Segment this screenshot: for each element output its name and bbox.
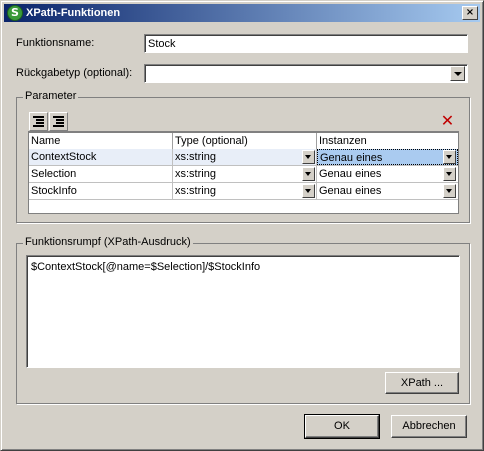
app-icon: S xyxy=(7,5,23,21)
insert-row-button[interactable] xyxy=(49,112,68,131)
param-instances-cell[interactable]: Genau eines xyxy=(317,149,458,165)
title-bar[interactable]: S XPath-Funktionen × xyxy=(4,4,480,22)
window-title: XPath-Funktionen xyxy=(26,7,121,19)
xpath-expression-editor[interactable]: $ContextStock[@name=$Selection]/$StockIn… xyxy=(26,255,460,368)
param-name-cell[interactable]: ContextStock xyxy=(29,149,173,165)
ok-button[interactable]: OK xyxy=(304,414,380,439)
param-instances-cell[interactable]: Genau eines xyxy=(317,183,458,199)
table-row[interactable]: Selection xs:string Genau eines xyxy=(29,166,458,183)
param-name-cell[interactable]: Selection xyxy=(29,166,173,182)
instances-dropdown-button[interactable] xyxy=(443,184,456,198)
param-instances-value: Genau eines xyxy=(319,168,382,180)
function-body-group-title: Funktionsrumpf (XPath-Ausdruck) xyxy=(23,236,193,249)
table-row[interactable]: ContextStock xs:string Genau eines xyxy=(29,149,458,166)
close-icon: × xyxy=(465,7,475,18)
delete-row-button[interactable]: ✕ xyxy=(439,112,456,130)
xpath-builder-button[interactable]: XPath ... xyxy=(385,372,459,394)
return-type-label: Rückgabetyp (optional): xyxy=(16,67,133,79)
append-row-icon xyxy=(33,116,44,128)
cancel-button[interactable]: Abbrechen xyxy=(391,415,467,438)
return-type-combobox[interactable] xyxy=(144,64,468,83)
append-row-button[interactable] xyxy=(29,112,48,131)
type-dropdown-button[interactable] xyxy=(302,184,315,198)
param-type-cell[interactable]: xs:string xyxy=(173,166,317,182)
table-header: Name Type (optional) Instanzen xyxy=(29,133,458,149)
parameter-table: Name Type (optional) Instanzen ContextSt… xyxy=(28,132,459,214)
type-dropdown-button[interactable] xyxy=(302,167,315,181)
param-instances-value: Genau eines xyxy=(319,185,382,197)
param-instances-value: Genau eines xyxy=(320,152,383,164)
param-type-cell[interactable]: xs:string xyxy=(173,183,317,199)
insert-row-icon xyxy=(53,116,64,128)
param-type-cell[interactable]: xs:string xyxy=(173,149,317,165)
param-name-cell[interactable]: StockInfo xyxy=(29,183,173,199)
param-instances-cell[interactable]: Genau eines xyxy=(317,166,458,182)
function-name-input[interactable]: Stock xyxy=(144,34,468,53)
column-header-name[interactable]: Name xyxy=(29,133,173,149)
delete-icon: ✕ xyxy=(440,111,455,130)
parameter-group-title: Parameter xyxy=(23,90,79,103)
instances-dropdown-button[interactable] xyxy=(443,167,456,181)
function-name-label: Funktionsname: xyxy=(16,37,95,49)
return-type-dropdown-button[interactable] xyxy=(450,66,465,81)
parameter-toolbar: ✕ xyxy=(28,111,459,132)
param-type-value: xs:string xyxy=(175,185,216,197)
xpath-functions-dialog: S XPath-Funktionen × Funktionsname: Stoc… xyxy=(0,0,484,451)
param-type-value: xs:string xyxy=(175,151,216,163)
close-button[interactable]: × xyxy=(462,6,478,20)
instances-dropdown-button[interactable] xyxy=(443,150,456,164)
type-dropdown-button[interactable] xyxy=(302,150,315,164)
column-header-type[interactable]: Type (optional) xyxy=(173,133,317,149)
column-header-instances[interactable]: Instanzen xyxy=(317,133,458,149)
table-row[interactable]: StockInfo xs:string Genau eines xyxy=(29,183,458,200)
param-type-value: xs:string xyxy=(175,168,216,180)
